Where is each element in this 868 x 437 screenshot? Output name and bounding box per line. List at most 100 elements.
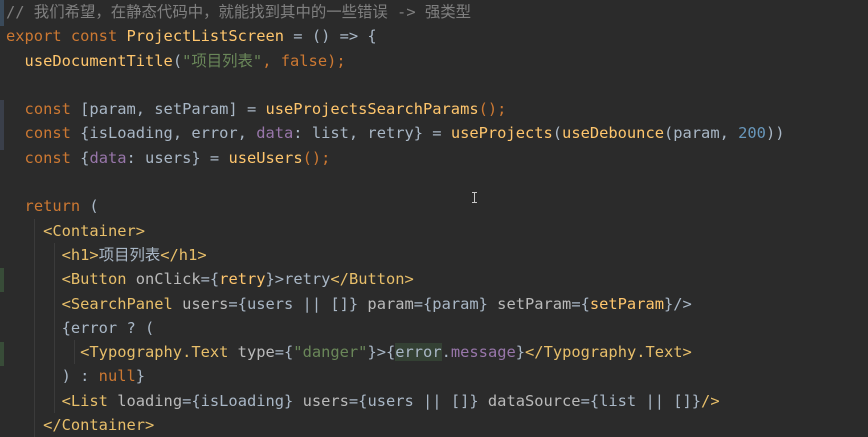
code-token: </Container>: [43, 416, 155, 435]
code-token: "项目列表": [182, 51, 263, 70]
code-token: useUsers: [228, 148, 303, 167]
code-token: users: [302, 391, 349, 410]
indent-guide: [34, 218, 35, 243]
text-cursor-icon: [472, 192, 477, 203]
code-token: (: [89, 197, 99, 216]
code-line[interactable]: [6, 73, 868, 97]
code-token: onClick: [135, 270, 201, 289]
code-token: retry: [219, 270, 266, 289]
change-marker: [0, 0, 4, 26]
change-marker: [0, 100, 4, 150]
code-line[interactable]: <Typography.Text type={"danger"}>{error.…: [6, 340, 868, 365]
code-token: param: [367, 294, 414, 313]
indent-guide: [34, 388, 35, 414]
code-line[interactable]: [6, 170, 868, 194]
code-token: "danger": [293, 343, 368, 362]
code-token: : list, retry} =: [293, 124, 451, 143]
code-token: 200: [738, 124, 766, 143]
code-token: )): [765, 124, 785, 143]
change-marker: [0, 342, 4, 366]
code-token: ();: [478, 100, 507, 119]
code-line[interactable]: <h1>项目列表</h1>: [6, 242, 868, 268]
code-token: type: [237, 343, 275, 362]
code-token: const: [70, 27, 127, 46]
code-token: 项目列表: [98, 245, 161, 264]
code-token: </h1>: [160, 245, 207, 264]
editor-gutter: [0, 0, 4, 437]
code-token: ={list || []}: [580, 391, 702, 410]
code-token: ={: [200, 270, 220, 289]
indent-guide: [54, 267, 55, 292]
code-token: useProjectsSearchParams: [265, 100, 479, 119]
code-token: }/>: [664, 294, 692, 313]
code-line[interactable]: // 我们希望，在静态代码中，就能找到其中的一些错误 -> 强类型: [6, 0, 868, 24]
code-token: .: [441, 343, 451, 362]
code-token: const: [24, 148, 81, 167]
code-token: ();: [302, 148, 331, 167]
code-token: export: [6, 27, 71, 46]
code-token: }>{: [367, 343, 396, 362]
code-token: const: [24, 100, 81, 119]
code-token: ={: [571, 294, 590, 313]
code-token: (param,: [663, 124, 739, 143]
indent-guide: [34, 413, 35, 437]
code-token: false: [280, 51, 328, 70]
indent-guide: [54, 291, 55, 316]
code-editor[interactable]: // 我们希望，在静态代码中，就能找到其中的一些错误 -> 强类型 export …: [6, 0, 868, 437]
code-line[interactable]: const [param, setParam] = useProjectsSea…: [6, 97, 868, 121]
code-token: = () => {: [284, 27, 377, 46]
code-line[interactable]: return (: [6, 194, 868, 218]
code-token: ={param}: [413, 294, 498, 313]
code-token: retry: [284, 270, 331, 289]
code-token: <Typography.Text: [80, 343, 238, 362]
code-line[interactable]: </Container>: [6, 413, 868, 437]
code-line[interactable]: <Button onClick={retry}>retry</Button>: [6, 267, 868, 292]
code-line[interactable]: {error ? (: [6, 315, 868, 341]
indent-guide: [54, 315, 55, 341]
indent-guide: [34, 291, 35, 316]
code-token: <Container>: [43, 221, 146, 240]
code-line[interactable]: const {isLoading, error, data: list, ret…: [6, 121, 868, 145]
code-token: </Typography.Text>: [525, 343, 692, 362]
code-token: error: [395, 343, 442, 362]
code-token: // 我们希望，在静态代码中，就能找到其中的一些错误 -> 强类型: [6, 3, 472, 21]
code-token: <Button: [61, 270, 136, 289]
indent-guide: [34, 364, 35, 389]
code-token: message: [450, 343, 516, 362]
code-token: setParam: [589, 294, 664, 313]
indent-guide: [74, 340, 75, 365]
code-token: return: [24, 197, 90, 216]
code-token: ={users || []}: [228, 294, 368, 313]
indent-guide: [54, 242, 55, 268]
code-token: ProjectListScreen: [126, 27, 285, 46]
code-token: loading: [117, 391, 183, 410]
code-line[interactable]: useDocumentTitle("项目列表", false);: [6, 49, 868, 73]
indent-guide: [34, 242, 35, 268]
code-token: const: [24, 124, 81, 143]
code-token: <h1>: [61, 245, 99, 264]
code-line[interactable]: const {data: users} = useUsers();: [6, 146, 868, 170]
code-token: useProjects: [450, 124, 553, 143]
code-token: {isLoading, error,: [80, 124, 257, 143]
code-token: (: [552, 124, 563, 143]
code-token: null: [98, 367, 136, 386]
code-token: ={users || []}: [348, 391, 488, 410]
code-token: data: [89, 148, 127, 167]
code-line[interactable]: ) : null}: [6, 364, 868, 389]
code-token: : users} =: [126, 148, 229, 167]
code-line[interactable]: <List loading={isLoading} users={users |…: [6, 388, 868, 414]
code-line[interactable]: export const ProjectListScreen = () => {: [6, 24, 868, 48]
code-token: }>: [265, 270, 285, 289]
indent-guide: [34, 267, 35, 292]
code-line[interactable]: <SearchPanel users={users || []} param={…: [6, 291, 868, 316]
indent-guide: [34, 340, 35, 365]
code-token: users: [182, 294, 229, 313]
code-line[interactable]: <Container>: [6, 218, 868, 243]
indent-guide: [54, 388, 55, 414]
change-marker: [0, 268, 4, 292]
